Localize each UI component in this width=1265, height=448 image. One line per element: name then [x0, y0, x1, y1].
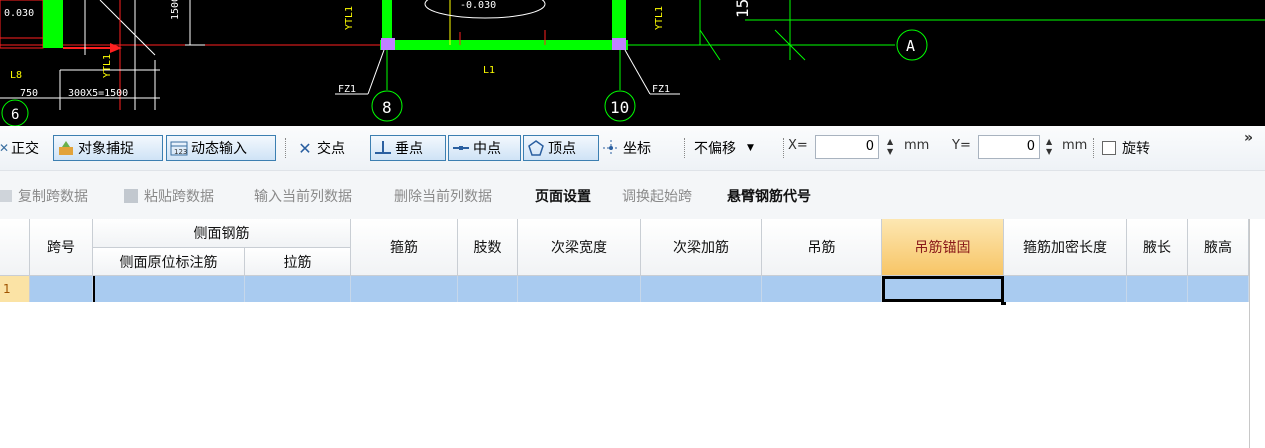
rotate-checkbox[interactable] [1102, 141, 1116, 155]
cell-tie[interactable] [245, 276, 351, 302]
toolbar-separator [1093, 138, 1095, 158]
cad-label-fz1-left: FZ1 [338, 84, 356, 95]
y-spinner-icon[interactable]: ▲ ▼ [1046, 137, 1054, 157]
span-data-table: 跨号 侧面钢筋 侧面原位标注筋 拉筋 箍筋 肢数 次梁宽度 次梁加筋 吊筋 吊筋… [0, 219, 1249, 448]
cell-stirrup-dense-len[interactable] [1004, 276, 1127, 302]
cad-label-1500: 1500 [170, 0, 181, 20]
col-group-side-rebar[interactable]: 侧面钢筋 [93, 219, 351, 248]
coordinate-snap[interactable]: 坐标 [602, 135, 651, 161]
col-hanger-anchor[interactable]: 吊筋锚固 [882, 219, 1004, 276]
vertex-snap[interactable]: 顶点 [523, 135, 599, 161]
cell-sec-beam-width[interactable] [518, 276, 641, 302]
x-spinner-icon[interactable]: ▲ ▼ [887, 137, 895, 157]
midpoint-icon [452, 139, 470, 157]
page-setup-button[interactable]: 页面设置 [535, 186, 591, 206]
toolbar-separator [684, 138, 686, 158]
cell-legs[interactable] [458, 276, 518, 302]
perpendicular-snap[interactable]: 垂点 [370, 135, 446, 161]
cad-label-300x5: 300X5=1500 [68, 88, 128, 99]
cad-drawing[interactable]: 0.030 1500 L8 YTL1 750 300X5=1500 6 -0.0… [0, 0, 1265, 126]
object-snap-toggle[interactable]: 对象捕捉 [53, 135, 163, 161]
col-side-in-situ[interactable]: 侧面原位标注筋 [93, 248, 245, 276]
intersection-snap[interactable]: ✕ 交点 [296, 135, 345, 161]
col-stirrup[interactable]: 箍筋 [351, 219, 458, 276]
toolbar-separator [285, 138, 287, 158]
cell-stirrup[interactable] [351, 276, 458, 302]
cad-axis-a: A [906, 37, 915, 55]
col-sec-beam-width[interactable]: 次梁宽度 [518, 219, 641, 276]
paste-span-button[interactable]: 粘贴跨数据 [124, 186, 214, 206]
cell-span-no[interactable] [30, 276, 93, 302]
cad-label-elev-mid: -0.030 [460, 0, 496, 11]
row-number[interactable]: 1 [0, 276, 30, 302]
pentagon-icon [527, 139, 545, 157]
cad-label-750: 750 [20, 88, 38, 99]
cad-label-ytl1-mid: YTL1 [344, 6, 355, 30]
cell-haunch-h[interactable] [1188, 276, 1249, 302]
col-tie[interactable]: 拉筋 [245, 248, 351, 276]
delete-column-button[interactable]: 删除当前列数据 [394, 186, 492, 206]
midpoint-snap[interactable]: 中点 [448, 135, 521, 161]
swap-start-button[interactable]: 调换起始跨 [622, 186, 692, 206]
cell-hanger[interactable] [762, 276, 882, 302]
cad-label-l1: L1 [483, 65, 495, 76]
ortho-toggle[interactable]: ✕ 正交 [0, 135, 39, 161]
cell-sec-beam-add[interactable] [641, 276, 762, 302]
y-unit: mm [1062, 138, 1088, 153]
overflow-chevron-icon[interactable]: » [1244, 130, 1253, 146]
x-offset-input[interactable]: 0 [815, 135, 879, 159]
cad-canvas[interactable]: 0.030 1500 L8 YTL1 750 300X5=1500 6 -0.0… [0, 0, 1265, 126]
cad-axis-8: 8 [382, 98, 392, 117]
dynamic-input-icon: 123 [170, 139, 188, 157]
y-label: Y= [952, 138, 971, 153]
rotate-label: 旋转 [1122, 141, 1150, 157]
cad-label-ytl1-right: YTL1 [654, 6, 665, 30]
input-column-button[interactable]: 输入当前列数据 [254, 186, 352, 206]
svg-text:123: 123 [174, 148, 187, 156]
y-offset-input[interactable]: 0 [978, 135, 1040, 159]
col-span-no[interactable]: 跨号 [30, 219, 93, 276]
cell-hanger-anchor-active[interactable] [882, 276, 1004, 302]
col-legs[interactable]: 肢数 [458, 219, 518, 276]
copy-icon [0, 190, 12, 202]
magnet-hand-icon [57, 139, 75, 157]
cad-label-elev-left: 0.030 [4, 8, 34, 19]
toolbar-separator [783, 138, 785, 158]
cell-haunch-len[interactable] [1127, 276, 1188, 302]
cad-label-15: 15 [733, 0, 752, 18]
row-header-corner[interactable] [0, 219, 30, 276]
perpendicular-icon [374, 139, 392, 157]
snap-toolbar: ✕ 正交 对象捕捉 123 动态输入 ✕ 交点 垂点 中点 顶点 坐标 不偏移 … [0, 126, 1265, 171]
col-haunch-h[interactable]: 腋高 [1188, 219, 1249, 276]
cad-axis-10: 10 [610, 98, 629, 117]
cad-label-fz1-right: FZ1 [652, 84, 670, 95]
dropdown-arrow-icon: ▼ [747, 143, 754, 153]
paste-icon [124, 189, 138, 203]
intersection-icon: ✕ [298, 138, 312, 158]
x-label: X= [788, 138, 808, 153]
cell-side-in-situ[interactable] [93, 276, 245, 302]
cantilever-code-button[interactable]: 悬臂钢筋代号 [727, 186, 811, 206]
table-toolbar: 复制跨数据 粘贴跨数据 输入当前列数据 删除当前列数据 页面设置 调换起始跨 悬… [0, 171, 1265, 219]
col-hanger[interactable]: 吊筋 [762, 219, 882, 276]
copy-span-button[interactable]: 复制跨数据 [0, 186, 88, 206]
col-haunch-len[interactable]: 腋长 [1127, 219, 1188, 276]
cad-label-ytl1-left: YTL1 [102, 54, 113, 78]
cad-axis-6: 6 [11, 107, 19, 123]
vertical-scrollbar[interactable] [1249, 219, 1265, 448]
x-unit: mm [904, 138, 930, 153]
ortho-icon: ✕ [0, 141, 10, 155]
offset-mode-select[interactable]: 不偏移 ▼ [694, 135, 754, 161]
cad-label-l8: L8 [10, 70, 22, 81]
col-sec-beam-add[interactable]: 次梁加筋 [641, 219, 762, 276]
dynamic-input-toggle[interactable]: 123 动态输入 [166, 135, 276, 161]
col-stirrup-dense-len[interactable]: 箍筋加密长度 [1004, 219, 1127, 276]
coordinate-icon [602, 139, 620, 157]
